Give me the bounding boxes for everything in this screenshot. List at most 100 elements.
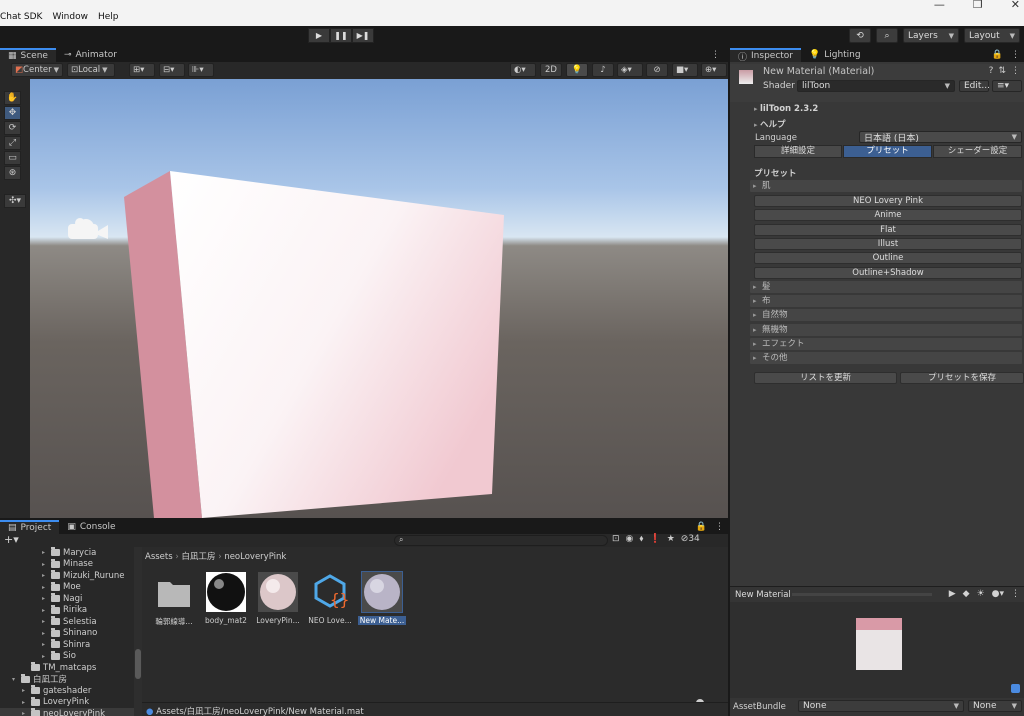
hand-tool[interactable]: ✋ bbox=[4, 91, 21, 105]
preset-flat[interactable]: Flat bbox=[754, 224, 1022, 236]
asset-lovery-pink[interactable]: LoveryPin... bbox=[254, 572, 302, 625]
tree-item[interactable]: ▾ 白凪工房 bbox=[12, 673, 67, 685]
tab-shader-settings[interactable]: シェーダー設定 bbox=[933, 145, 1022, 158]
play-icon[interactable]: ▶ bbox=[949, 589, 956, 599]
play-button[interactable]: ▶ bbox=[308, 28, 330, 43]
tree-item[interactable]: ▸ Minase bbox=[42, 558, 93, 571]
grid-snap-button[interactable]: ⊞▾ bbox=[129, 63, 155, 77]
menu-window[interactable]: Window bbox=[52, 12, 88, 22]
layers-dropdown[interactable]: Layers ▼ bbox=[903, 28, 959, 43]
light-icon[interactable]: ☀ bbox=[977, 589, 985, 599]
menu-help[interactable]: Help bbox=[98, 12, 119, 22]
panel-menu-icon[interactable]: ⋮ bbox=[703, 48, 728, 62]
tag-icon[interactable] bbox=[1011, 684, 1020, 693]
sphere-icon[interactable]: ●▾ bbox=[992, 589, 1004, 599]
search-button[interactable]: ⌕ bbox=[876, 28, 898, 43]
close-icon[interactable]: ✕ bbox=[1011, 0, 1020, 11]
tree-item[interactable]: ▸ Nagi bbox=[42, 593, 82, 605]
group-other[interactable]: その他 bbox=[750, 352, 1022, 364]
toggle-2d-button[interactable]: 2D bbox=[540, 63, 562, 77]
assetbundle-name-dropdown[interactable]: None ▼ bbox=[798, 700, 964, 712]
shader-edit-button[interactable]: Edit... bbox=[959, 80, 990, 92]
increment-button[interactable]: ⊪▾ bbox=[188, 63, 214, 77]
foldout-arrow-icon[interactable]: ▸ bbox=[22, 699, 28, 706]
draw-mode-dropdown[interactable]: ◐▾ bbox=[510, 63, 536, 77]
lock-icon[interactable]: 🔒 bbox=[988, 48, 1007, 62]
help-icon[interactable]: ? bbox=[989, 66, 994, 76]
lighting-toggle[interactable]: 💡 bbox=[566, 63, 588, 77]
foldout-arrow-icon[interactable]: ▸ bbox=[42, 561, 48, 568]
group-nature[interactable]: 自然物 bbox=[750, 309, 1022, 321]
foldout-arrow-icon[interactable]: ▸ bbox=[22, 710, 28, 716]
filter-type-icon[interactable]: ◉ bbox=[626, 534, 634, 544]
history-button[interactable]: ⟲ bbox=[849, 28, 871, 43]
tree-item[interactable]: ▸ gateshader bbox=[22, 685, 91, 697]
star-icon[interactable]: ★ bbox=[667, 534, 675, 544]
breadcrumb-hakunagi[interactable]: 白凪工房 bbox=[181, 552, 215, 562]
foldout-arrow-icon[interactable]: ▸ bbox=[42, 641, 48, 648]
tree-item[interactable]: ▸ LoveryPink bbox=[22, 696, 89, 709]
preset-illust[interactable]: Illust bbox=[754, 238, 1022, 250]
save-preset-button[interactable]: プリセットを保存 bbox=[900, 372, 1024, 384]
tree-item[interactable]: ▸ Marycia bbox=[42, 547, 96, 559]
foldout-arrow-icon[interactable]: ▸ bbox=[42, 618, 48, 625]
tree-item[interactable]: ▸ Moe bbox=[42, 581, 81, 594]
mesh-icon[interactable]: ◆ bbox=[963, 589, 970, 599]
group-inorganic[interactable]: 無機物 bbox=[750, 324, 1022, 336]
language-dropdown[interactable]: 日本語 (日本) ▼ bbox=[859, 131, 1022, 144]
scale-tool[interactable]: ⤢ bbox=[4, 136, 21, 150]
shader-dropdown[interactable]: lilToon ▼ bbox=[797, 80, 955, 92]
group-hair[interactable]: 髪 bbox=[750, 281, 1022, 293]
group-cloth[interactable]: 布 bbox=[750, 295, 1022, 307]
refresh-list-button[interactable]: リストを更新 bbox=[754, 372, 897, 384]
settings-icon[interactable]: ⇅ bbox=[998, 66, 1006, 76]
search-scene-icon[interactable]: ⊡ bbox=[612, 534, 620, 544]
hidden-packages-toggle[interactable]: ⊘34 bbox=[681, 534, 700, 544]
foldout-arrow-icon[interactable]: ▸ bbox=[22, 687, 28, 694]
tree-item[interactable]: ▸ Sio bbox=[42, 650, 76, 663]
tab-advanced-settings[interactable]: 詳細設定 bbox=[754, 145, 842, 158]
effects-dropdown[interactable]: ◈▾ bbox=[617, 63, 643, 77]
tab-project[interactable]: ▤ Project bbox=[0, 520, 60, 534]
lock-icon[interactable]: 🔒 bbox=[692, 520, 711, 534]
foldout-arrow-icon[interactable]: ▸ bbox=[42, 595, 48, 602]
layout-dropdown[interactable]: Layout ▼ bbox=[964, 28, 1020, 43]
foldout-arrow-icon[interactable]: ▸ bbox=[42, 607, 48, 614]
foldout-arrow-icon[interactable]: ▸ bbox=[42, 584, 48, 591]
foldout-arrow-icon[interactable]: ▾ bbox=[12, 676, 18, 683]
more-icon[interactable]: ⋮ bbox=[1011, 589, 1020, 599]
custom-tool-dropdown[interactable]: ✣▾ bbox=[4, 194, 26, 208]
tab-scene[interactable]: ▦ Scene bbox=[0, 48, 56, 62]
assetbundle-variant-dropdown[interactable]: None ▼ bbox=[968, 700, 1022, 712]
pivot-rotation-dropdown[interactable]: ⊡ Local ▼ bbox=[67, 63, 115, 77]
transform-tool[interactable]: ⊛ bbox=[4, 166, 21, 180]
tab-lighting[interactable]: 💡 Lighting bbox=[801, 48, 869, 62]
foldout-arrow-icon[interactable]: ▸ bbox=[42, 572, 48, 579]
tab-console[interactable]: ▣ Console bbox=[59, 520, 123, 534]
shader-menu-button[interactable]: ≡▾ bbox=[992, 80, 1022, 92]
maximize-icon[interactable]: ❐ bbox=[973, 0, 983, 11]
minimize-icon[interactable]: — bbox=[934, 0, 945, 11]
preview-render[interactable] bbox=[730, 602, 1024, 696]
tree-scrollbar-thumb[interactable] bbox=[135, 649, 141, 679]
preview-resize-handle[interactable] bbox=[792, 593, 932, 596]
gizmos-dropdown[interactable]: ⊕▾ bbox=[701, 63, 727, 77]
asset-new-material[interactable]: New Mate... bbox=[358, 571, 406, 625]
pause-button[interactable]: ❚❚ bbox=[330, 28, 352, 43]
pivot-mode-dropdown[interactable]: ◩ Center ▼ bbox=[11, 63, 63, 77]
audio-toggle[interactable]: ♪ bbox=[592, 63, 614, 77]
asset-neo-lovery-shader[interactable]: {} NEO Love... bbox=[306, 572, 354, 625]
panel-menu-icon[interactable]: ⋮ bbox=[1007, 48, 1024, 62]
asset-folder[interactable]: 輪郭線導... bbox=[150, 572, 198, 627]
camera-dropdown[interactable]: ■▾ bbox=[672, 63, 698, 77]
foldout-arrow-icon[interactable]: ▸ bbox=[42, 549, 48, 556]
tree-item[interactable]: ▸ neoLoveryPink bbox=[0, 708, 134, 716]
tree-item[interactable]: ▸ Mizuki_Rurune bbox=[42, 570, 125, 582]
breadcrumb-assets[interactable]: Assets bbox=[145, 552, 173, 562]
tree-item[interactable]: ▸ Shinra bbox=[42, 639, 90, 651]
preset-anime[interactable]: Anime bbox=[754, 209, 1022, 221]
visibility-toggle[interactable]: ⊘ bbox=[646, 63, 668, 77]
step-button[interactable]: ▶❚ bbox=[352, 28, 374, 43]
tab-animator[interactable]: ⊸ Animator bbox=[56, 48, 125, 62]
foldout-arrow-icon[interactable]: ▸ bbox=[42, 630, 48, 637]
